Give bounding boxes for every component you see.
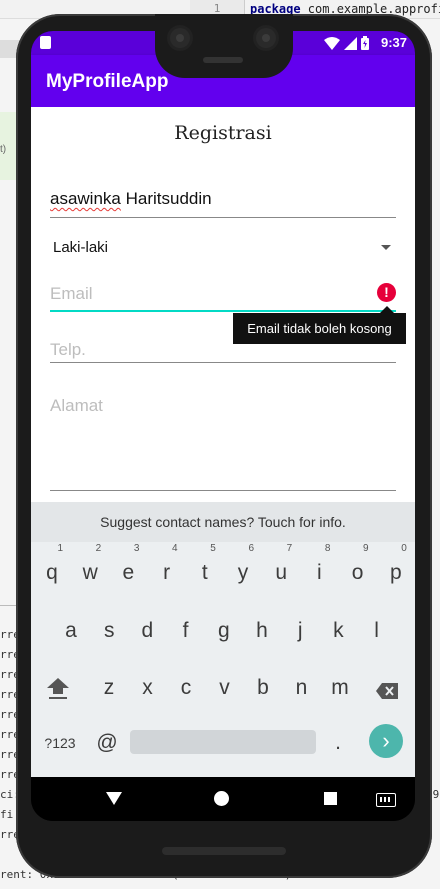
key-a[interactable]: a: [52, 606, 90, 656]
name-field[interactable]: asawinka Haritsuddin: [50, 189, 396, 219]
key-hint-3: 3: [133, 543, 140, 554]
at-key[interactable]: @: [88, 718, 126, 768]
key-hint-0: 0: [401, 543, 407, 554]
sim-icon: [40, 36, 51, 49]
key-t[interactable]: t5: [186, 543, 224, 598]
app-title: MyProfileApp: [46, 71, 169, 92]
front-camera-right: [256, 28, 276, 48]
key-hint-7: 7: [286, 543, 293, 554]
phone-field[interactable]: Telp.: [50, 340, 396, 372]
key-x[interactable]: x: [129, 663, 167, 713]
key-f[interactable]: f: [167, 606, 205, 656]
key-w[interactable]: w2: [71, 543, 109, 598]
key-b[interactable]: b: [244, 663, 282, 713]
go-key[interactable]: ›: [369, 724, 403, 758]
key-u[interactable]: u7: [262, 543, 300, 598]
battery-icon: [361, 36, 369, 50]
key-s[interactable]: s: [90, 606, 128, 656]
error-icon[interactable]: !: [377, 283, 396, 302]
home-icon[interactable]: [214, 791, 229, 806]
registration-form: Registrasi asawinka Haritsuddin Laki-lak…: [31, 107, 415, 502]
back-icon[interactable]: [106, 792, 122, 805]
shift-key[interactable]: [47, 678, 71, 704]
device-screen: 9:37 MyProfileApp Registrasi asawinka Ha…: [31, 31, 415, 821]
key-r[interactable]: r4: [148, 543, 186, 598]
key-p[interactable]: p0: [377, 543, 415, 598]
front-camera-left: [170, 28, 190, 48]
space-key[interactable]: [130, 730, 316, 754]
key-hint-4: 4: [172, 543, 178, 554]
key-v[interactable]: v: [206, 663, 244, 713]
name-value-misspelled: asawinka: [50, 189, 121, 208]
key-e[interactable]: e3: [109, 543, 147, 598]
symbols-key[interactable]: ?123: [37, 718, 83, 768]
backspace-icon[interactable]: [376, 683, 398, 699]
key-i[interactable]: i8: [300, 543, 338, 598]
phone-placeholder: Telp.: [50, 340, 86, 359]
key-g[interactable]: g: [205, 606, 243, 656]
period-key[interactable]: .: [319, 718, 357, 768]
shift-underline: [49, 697, 67, 699]
shift-arrow-icon: [47, 678, 69, 688]
soft-keyboard: Suggest contact names? Touch for info. q…: [31, 502, 415, 777]
key-hint-2: 2: [95, 543, 102, 554]
key-hint-5: 5: [210, 543, 216, 554]
signal-icon: [344, 36, 357, 50]
key-hint-6: 6: [248, 543, 254, 554]
earpiece-speaker: [203, 57, 243, 63]
form-heading: Registrasi: [174, 122, 272, 144]
phone-underline: [50, 362, 396, 363]
key-z[interactable]: z: [90, 663, 128, 713]
name-value: Haritsuddin: [120, 189, 212, 208]
suggestion-strip[interactable]: Suggest contact names? Touch for info.: [31, 502, 415, 542]
address-field[interactable]: Alamat: [50, 396, 396, 496]
key-n[interactable]: n: [283, 663, 321, 713]
key-hint-9: 9: [363, 543, 369, 554]
status-icons: [324, 36, 369, 50]
key-j[interactable]: j: [281, 606, 319, 656]
key-c[interactable]: c: [167, 663, 205, 713]
email-underline: [50, 310, 396, 312]
status-time: 9:37: [380, 35, 407, 50]
navigation-bar: [31, 777, 415, 821]
key-d[interactable]: d: [128, 606, 166, 656]
address-placeholder: Alamat: [50, 396, 103, 415]
ide-left-panel: t): [0, 112, 16, 180]
name-underline: [50, 217, 396, 218]
recents-icon[interactable]: [324, 792, 337, 805]
email-placeholder: Email: [50, 284, 93, 303]
shift-stem: [53, 688, 63, 694]
phone-chin: [162, 847, 286, 855]
key-hint-8: 8: [324, 543, 331, 554]
key-m[interactable]: m: [321, 663, 359, 713]
key-h[interactable]: h: [243, 606, 281, 656]
key-hint-1: 1: [57, 543, 63, 554]
dropdown-arrow-icon: [381, 245, 391, 250]
key-o[interactable]: o9: [339, 543, 377, 598]
key-y[interactable]: y6: [224, 543, 262, 598]
console-line: fi: [0, 808, 14, 821]
key-k[interactable]: k: [319, 606, 357, 656]
address-underline: [50, 490, 396, 491]
gender-selected: Laki-laki: [53, 239, 109, 256]
wifi-icon: [324, 36, 340, 50]
ide-left-panel-text: t): [0, 144, 7, 155]
key-q[interactable]: q1: [33, 543, 71, 598]
keyboard-switch-icon[interactable]: [376, 793, 396, 807]
key-l[interactable]: l: [358, 606, 396, 656]
gender-spinner[interactable]: Laki-laki: [53, 239, 391, 256]
